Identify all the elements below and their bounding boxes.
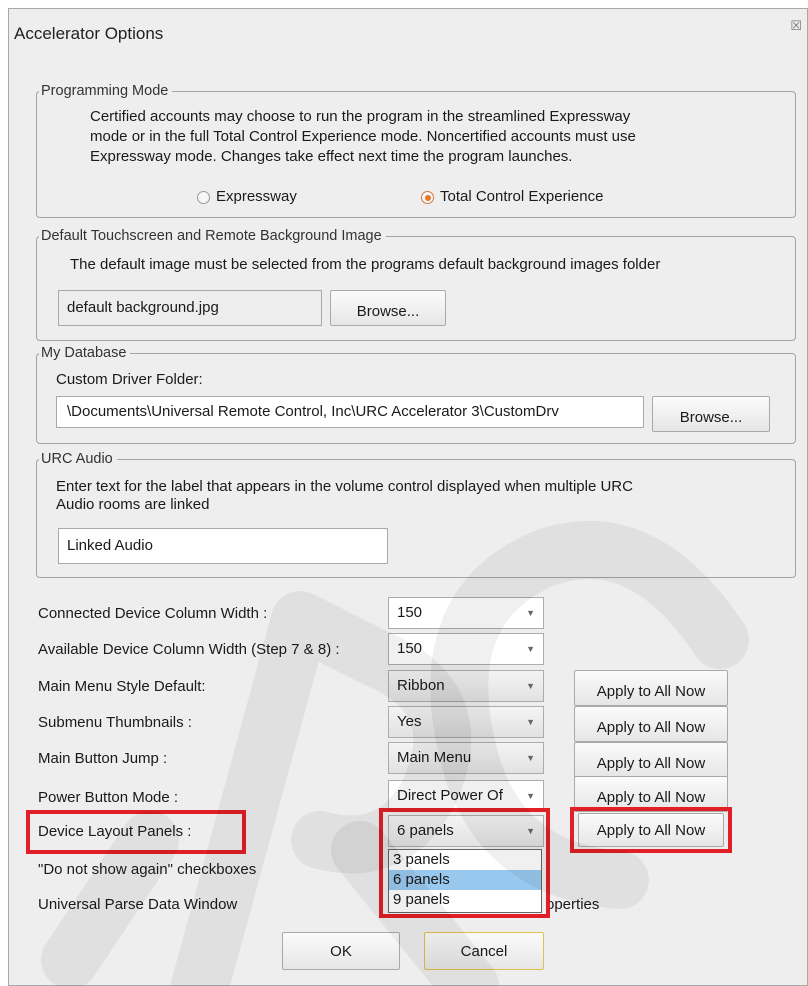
main-button-jump-apply-button[interactable]: Apply to All Now: [574, 742, 728, 778]
device-layout-panels-combo[interactable]: 6 panels ▼: [388, 815, 544, 847]
power-button-mode-label: Power Button Mode :: [38, 789, 179, 806]
expressway-radio[interactable]: [197, 191, 210, 204]
available-device-width-combo[interactable]: 150 ▼: [388, 633, 544, 665]
expressway-label[interactable]: Expressway: [216, 188, 297, 206]
device-layout-dropdown-list: 3 panels 6 panels 9 panels: [388, 849, 542, 913]
cancel-button[interactable]: Cancel: [424, 932, 544, 970]
urc-audio-description: Enter text for the label that appears in…: [56, 478, 633, 513]
programming-mode-legend: Programming Mode: [41, 83, 169, 99]
default-background-description: The default image must be selected from …: [70, 256, 661, 273]
dropdown-arrow-icon[interactable]: ▼: [526, 707, 535, 737]
power-button-mode-apply-button[interactable]: Apply to All Now: [574, 776, 728, 812]
universal-parse-window-label: Universal Parse Data Window: [38, 896, 238, 913]
dropdown-option-6-panels[interactable]: 6 panels: [389, 870, 541, 890]
dropdown-arrow-icon[interactable]: ▼: [526, 816, 535, 846]
database-browse-button[interactable]: Browse...: [652, 396, 770, 432]
dropdown-arrow-icon[interactable]: ▼: [526, 781, 535, 811]
background-browse-button[interactable]: Browse...: [330, 290, 446, 326]
background-file-field[interactable]: default background.jpg: [58, 290, 322, 326]
main-menu-style-combo[interactable]: Ribbon ▼: [388, 670, 544, 702]
submenu-thumbnails-apply-button[interactable]: Apply to All Now: [574, 706, 728, 742]
main-button-jump-combo[interactable]: Main Menu ▼: [388, 742, 544, 774]
my-database-legend: My Database: [41, 345, 127, 361]
do-not-show-again-label: "Do not show again" checkboxes: [38, 861, 257, 878]
default-background-legend: Default Touchscreen and Remote Backgroun…: [41, 228, 382, 244]
submenu-thumbnails-combo[interactable]: Yes ▼: [388, 706, 544, 738]
dropdown-arrow-icon[interactable]: ▼: [526, 671, 535, 701]
available-device-width-label: Available Device Column Width (Step 7 & …: [38, 641, 340, 658]
total-control-label[interactable]: Total Control Experience: [440, 188, 603, 206]
custom-driver-folder-input[interactable]: \Documents\Universal Remote Control, Inc…: [56, 396, 644, 428]
dropdown-option-3-panels[interactable]: 3 panels: [389, 850, 541, 870]
custom-driver-folder-label: Custom Driver Folder:: [56, 371, 203, 388]
submenu-thumbnails-label: Submenu Thumbnails :: [38, 714, 192, 731]
parse-window-trailing-text: operties: [546, 896, 600, 913]
close-icon[interactable]: ☒: [790, 18, 802, 34]
programming-mode-description: Certified accounts may choose to run the…: [90, 108, 636, 165]
main-menu-style-label: Main Menu Style Default:: [38, 678, 206, 695]
linked-audio-input[interactable]: Linked Audio: [58, 528, 388, 564]
main-menu-style-apply-button[interactable]: Apply to All Now: [574, 670, 728, 706]
total-control-radio[interactable]: [421, 191, 434, 204]
connected-device-width-combo[interactable]: 150 ▼: [388, 597, 544, 629]
power-button-mode-combo[interactable]: Direct Power Of ▼: [388, 780, 544, 812]
main-button-jump-label: Main Button Jump :: [38, 750, 168, 767]
urc-audio-legend: URC Audio: [41, 451, 113, 467]
connected-device-width-label: Connected Device Column Width :: [38, 605, 268, 622]
ok-button[interactable]: OK: [282, 932, 400, 970]
dropdown-arrow-icon[interactable]: ▼: [526, 634, 535, 664]
dialog-title: Accelerator Options: [14, 24, 164, 43]
dropdown-arrow-icon[interactable]: ▼: [526, 743, 535, 773]
device-layout-panels-apply-button[interactable]: Apply to All Now: [578, 813, 724, 847]
device-layout-panels-label: Device Layout Panels :: [38, 823, 192, 840]
dropdown-option-9-panels[interactable]: 9 panels: [389, 890, 541, 910]
dropdown-arrow-icon[interactable]: ▼: [526, 598, 535, 628]
